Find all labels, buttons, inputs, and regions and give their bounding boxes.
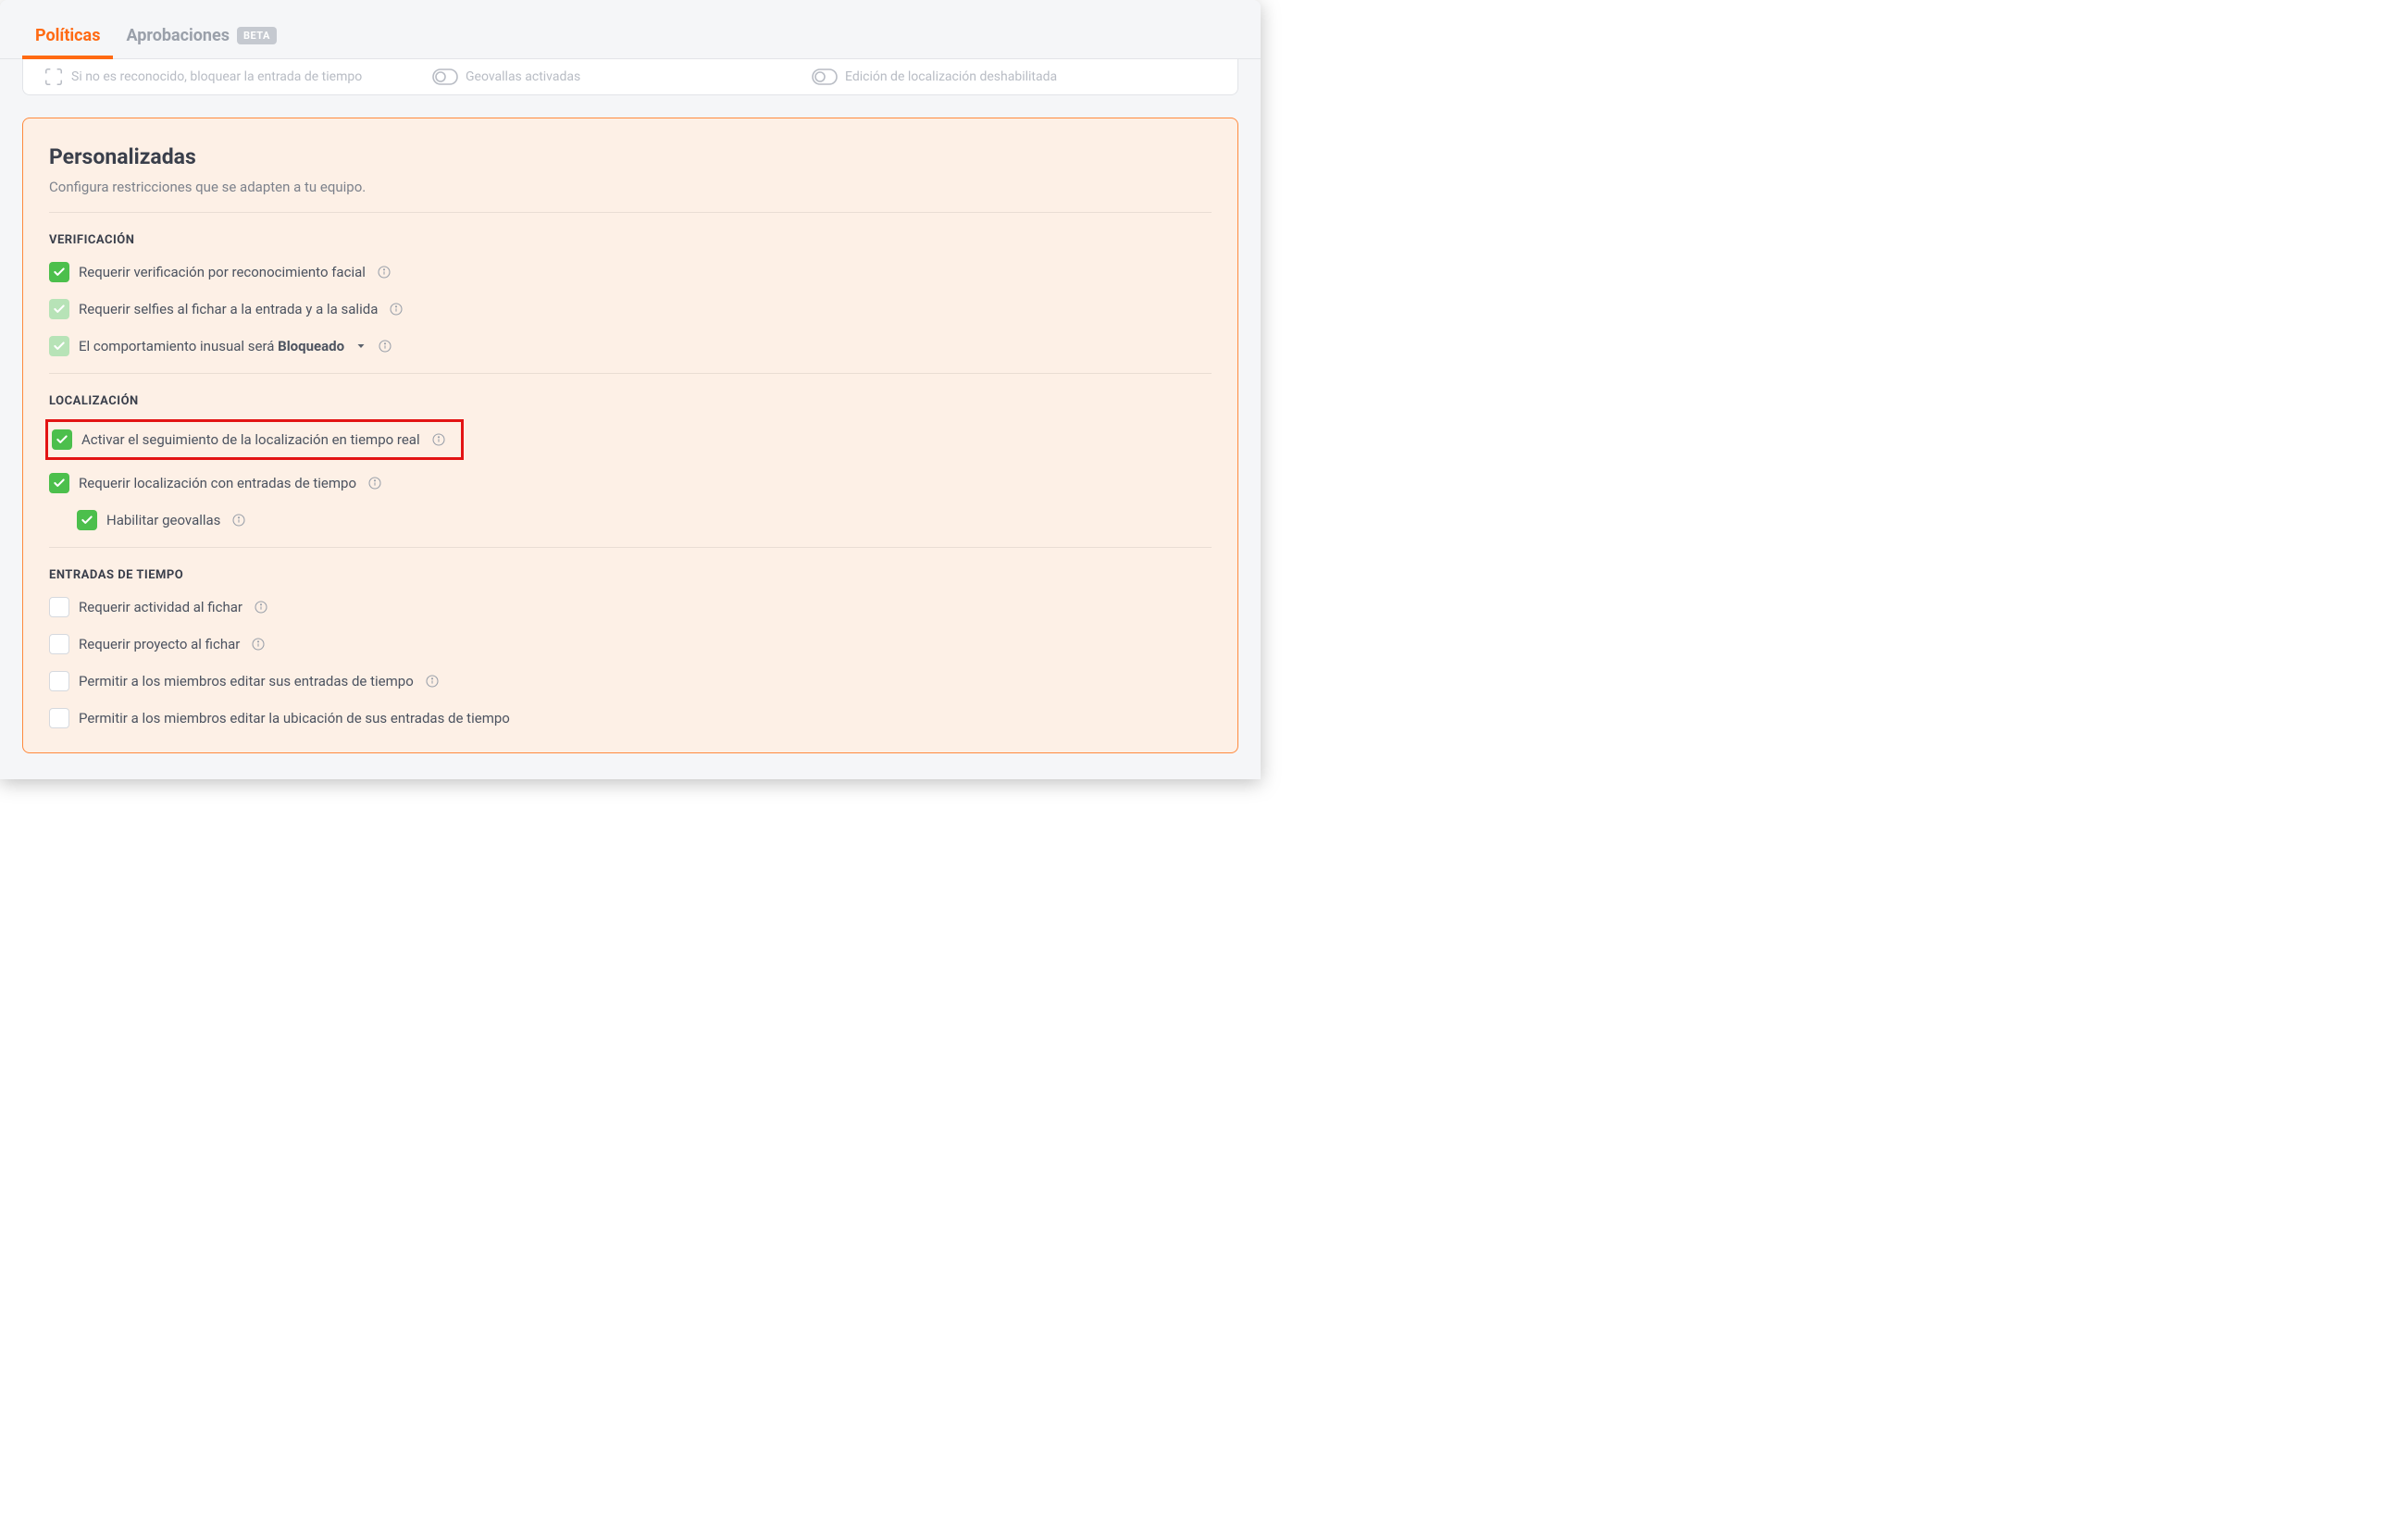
option-require-activity-label: Requerir actividad al fichar: [79, 599, 242, 615]
option-enable-geofence-label: Habilitar geovallas: [106, 512, 220, 528]
page-bottom-padding: [0, 753, 1261, 779]
option-face-verification: Requerir verificación por reconocimiento…: [49, 262, 1212, 282]
check-icon: [53, 340, 66, 353]
checkbox-edit-location[interactable]: [49, 708, 69, 728]
option-require-location-label: Requerir localización con entradas de ti…: [79, 475, 356, 491]
option-unusual-behavior-label: El comportamiento inusual será Bloqueado: [79, 338, 344, 354]
check-icon: [56, 433, 68, 446]
tab-policies[interactable]: Políticas: [22, 0, 113, 58]
info-icon[interactable]: [377, 265, 392, 279]
checkbox-require-activity[interactable]: [49, 597, 69, 617]
option-realtime-tracking: Activar el seguimiento de la localizació…: [52, 429, 446, 450]
summary-item-location-edit-label: Edición de localización deshabilitada: [845, 69, 1057, 84]
section-location-label: LOCALIZACIÓN: [49, 394, 1212, 408]
option-require-activity: Requerir actividad al fichar: [49, 597, 1212, 617]
check-icon: [53, 266, 66, 279]
check-icon: [53, 477, 66, 490]
option-enable-geofence: Habilitar geovallas: [77, 510, 1212, 530]
section-verification-label: VERIFICACIÓN: [49, 233, 1212, 247]
tab-approvals[interactable]: Aprobaciones BETA: [113, 0, 289, 58]
checkbox-enable-geofence[interactable]: [77, 510, 97, 530]
info-icon[interactable]: [425, 674, 440, 689]
checkbox-require-location[interactable]: [49, 473, 69, 493]
info-icon[interactable]: [367, 476, 382, 491]
divider: [49, 212, 1212, 213]
option-unusual-behavior: El comportamiento inusual será Bloqueado: [49, 336, 1212, 356]
highlight-realtime-tracking: Activar el seguimiento de la localizació…: [45, 419, 464, 460]
option-require-location: Requerir localización con entradas de ti…: [49, 473, 1212, 493]
info-icon[interactable]: [251, 637, 266, 652]
info-icon[interactable]: [389, 302, 404, 317]
info-icon[interactable]: [231, 513, 246, 528]
behavior-text-bold: Bloqueado: [278, 338, 344, 354]
option-selfies-label: Requerir selfies al fichar a la entrada …: [79, 301, 378, 317]
beta-badge: BETA: [237, 27, 277, 44]
option-require-project-label: Requerir proyecto al fichar: [79, 636, 240, 652]
settings-page: Políticas Aprobaciones BETA Si no es rec…: [0, 0, 1261, 779]
summary-row: Si no es reconocido, bloquear la entrada…: [44, 67, 1217, 87]
checkbox-face-verification[interactable]: [49, 262, 69, 282]
option-require-project: Requerir proyecto al fichar: [49, 634, 1212, 654]
check-icon: [53, 303, 66, 316]
panel-title: Personalizadas: [49, 144, 1212, 169]
checkbox-edit-entries[interactable]: [49, 671, 69, 691]
summary-card: Si no es reconocido, bloquear la entrada…: [22, 59, 1238, 95]
option-realtime-tracking-label: Activar el seguimiento de la localizació…: [81, 431, 420, 448]
option-edit-location-label: Permitir a los miembros editar la ubicac…: [79, 710, 510, 727]
tab-bar: Políticas Aprobaciones BETA: [0, 0, 1261, 59]
info-icon[interactable]: [431, 432, 446, 447]
summary-item-geofence-label: Geovallas activadas: [466, 69, 580, 84]
caret-down-icon[interactable]: [355, 341, 367, 352]
checkbox-realtime-tracking[interactable]: [52, 429, 72, 450]
custom-panel: Personalizadas Configura restricciones q…: [22, 118, 1238, 753]
summary-item-recognition-label: Si no es reconocido, bloquear la entrada…: [71, 69, 362, 84]
toggle-off-icon: [432, 68, 458, 85]
summary-item-geofence: Geovallas activadas: [432, 68, 812, 85]
divider: [49, 547, 1212, 548]
summary-item-location-edit: Edición de localización deshabilitada: [812, 68, 1057, 85]
tab-policies-label: Políticas: [35, 26, 100, 45]
option-edit-entries-label: Permitir a los miembros editar sus entra…: [79, 673, 414, 689]
info-icon[interactable]: [378, 339, 392, 354]
option-edit-location: Permitir a los miembros editar la ubicac…: [49, 708, 1212, 728]
checkbox-require-project[interactable]: [49, 634, 69, 654]
behavior-text-pre: El comportamiento inusual será: [79, 338, 278, 354]
check-icon: [81, 514, 93, 527]
option-selfies: Requerir selfies al fichar a la entrada …: [49, 299, 1212, 319]
checkbox-selfies[interactable]: [49, 299, 69, 319]
tab-approvals-label: Aprobaciones: [126, 26, 230, 45]
checkbox-unusual-behavior[interactable]: [49, 336, 69, 356]
option-edit-entries: Permitir a los miembros editar sus entra…: [49, 671, 1212, 691]
summary-item-recognition: Si no es reconocido, bloquear la entrada…: [44, 67, 432, 87]
info-icon[interactable]: [254, 600, 268, 615]
divider: [49, 373, 1212, 374]
toggle-off-icon: [812, 68, 838, 85]
option-face-verification-label: Requerir verificación por reconocimiento…: [79, 264, 366, 280]
face-id-icon: [44, 67, 64, 87]
panel-subtitle: Configura restricciones que se adapten a…: [49, 179, 1212, 195]
section-time-entries-label: ENTRADAS DE TIEMPO: [49, 568, 1212, 582]
